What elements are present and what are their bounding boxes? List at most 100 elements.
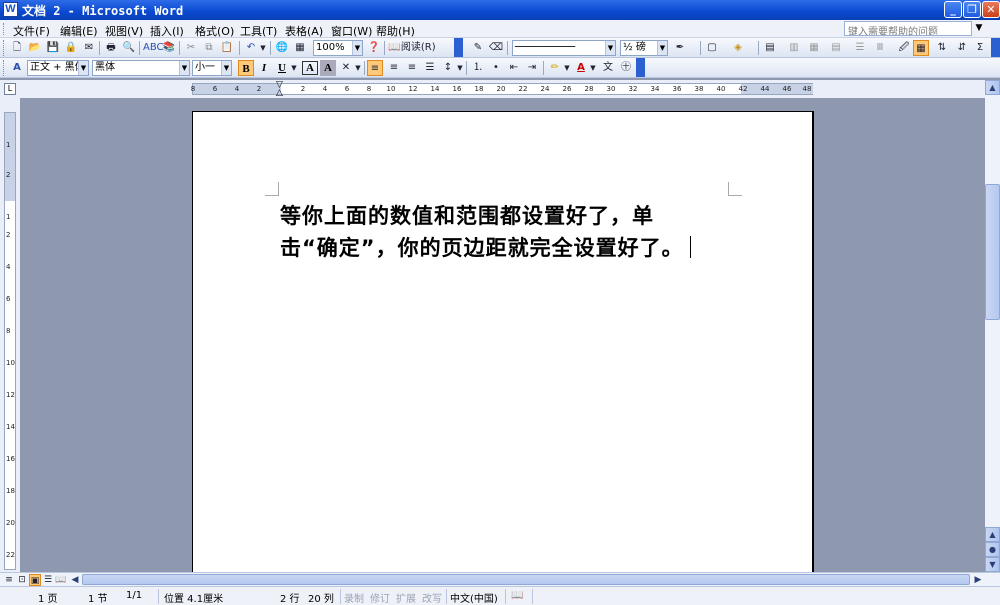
enclose-characters-icon[interactable]: ㊉ [618,60,634,76]
distribute-columns-icon[interactable]: Ⅲ [872,40,888,56]
indent-marker[interactable]: ▽ △ [276,81,283,98]
help-icon[interactable]: ❓ [366,40,382,56]
font-color-icon[interactable]: A [573,60,589,76]
underline-button[interactable]: U [274,60,290,76]
vertical-scrollbar[interactable]: ▲ ▲ ● ▼ [985,80,1000,572]
toolbar-options-icon[interactable] [991,38,1000,57]
line-spacing-icon[interactable]: ↕ [440,60,456,76]
scroll-left-icon[interactable]: ◀ [69,574,81,586]
chevron-down-icon[interactable]: ▼ [221,61,231,75]
restore-icon[interactable]: ❐ [963,1,981,18]
cut-icon[interactable]: ✂ [183,40,199,56]
reading-view-icon[interactable]: 📖 [55,574,67,586]
horizontal-scrollbar[interactable]: ≡ ⊡ ▣ ☰ 📖 ◀ ▶ [0,572,1000,586]
print-icon[interactable]: 🖶 [103,40,119,56]
chevron-down-icon[interactable]: ▼ [589,60,597,76]
highlight-icon[interactable]: ✏ [547,60,563,76]
merge-cells-icon[interactable]: ▥ [786,40,802,56]
scroll-down-icon[interactable]: ▼ [985,557,1000,572]
increase-indent-icon[interactable]: ⇥ [524,60,540,76]
autosum-icon[interactable]: Σ [972,40,988,56]
word-doc-icon[interactable]: W [3,2,18,17]
bullets-icon[interactable]: • [488,60,504,76]
new-document-icon[interactable]: 🗋 [9,40,25,56]
paste-icon[interactable]: 📋 [219,40,235,56]
status-language[interactable]: 中文(中国) [450,590,498,605]
sort-descending-icon[interactable]: ⇵ [954,40,970,56]
distribute-rows-icon[interactable]: ☰ [852,40,868,56]
save-icon[interactable]: 💾 [45,40,61,56]
chevron-down-icon[interactable]: ▼ [974,22,984,35]
numbering-icon[interactable]: ⒈ [470,60,486,76]
sort-ascending-icon[interactable]: ⇅ [934,40,950,56]
toolbar-options-icon[interactable] [454,38,463,57]
spelling-icon[interactable]: ABC [143,40,164,56]
status-record[interactable]: 录制 [344,590,364,605]
chevron-down-icon[interactable]: ▼ [456,60,464,76]
align-center-icon[interactable]: ≡ [386,60,402,76]
normal-view-icon[interactable]: ≡ [3,574,15,586]
line-style-select[interactable]: ────────── ▼ [512,40,616,56]
research-icon[interactable]: 📚 [161,40,177,56]
scroll-thumb[interactable] [985,184,1000,320]
style-select[interactable]: 正文 + 黑体 ▼ [27,60,89,76]
phonetic-guide-icon[interactable]: 文 [600,60,616,76]
outside-border-icon[interactable]: ▢ [704,40,720,56]
outline-view-icon[interactable]: ☰ [42,574,54,586]
web-view-icon[interactable]: ⊡ [16,574,28,586]
scroll-right-icon[interactable]: ▶ [972,574,984,586]
char-shading-button[interactable]: A [320,60,336,76]
table-autoformat-icon[interactable]: 🖉 [896,40,912,56]
minimize-icon[interactable]: _ [944,1,962,18]
toolbar-options-icon[interactable] [636,58,645,77]
italic-button[interactable]: I [256,60,272,76]
status-track-changes[interactable]: 修订 [370,590,390,605]
align-cell-icon[interactable]: ▤ [828,40,844,56]
spelling-status-icon[interactable]: 📖 [511,590,523,601]
permission-icon[interactable]: 🔒 [63,40,79,56]
chevron-down-icon[interactable]: ▼ [352,41,362,55]
open-folder-icon[interactable]: 📂 [27,40,43,56]
chevron-down-icon[interactable]: ▼ [179,61,189,75]
chevron-down-icon[interactable]: ▼ [563,60,571,76]
scroll-up-icon[interactable]: ▲ [985,527,1000,542]
scroll-up-icon[interactable]: ▲ [985,80,1000,95]
browse-object-icon[interactable]: ● [985,542,1000,557]
bold-button[interactable]: B [238,60,254,76]
font-select[interactable]: 黑体 ▼ [92,60,190,76]
align-right-icon[interactable]: ≡ [404,60,420,76]
scroll-thumb[interactable] [82,574,970,585]
chevron-down-icon[interactable]: ▼ [259,40,267,56]
char-border-button[interactable]: A [302,61,318,75]
copy-icon[interactable]: ⧉ [201,40,217,56]
help-search-input[interactable]: 键入需要帮助的问题 [844,21,972,36]
distributed-align-icon[interactable]: ☰ [422,60,438,76]
decrease-indent-icon[interactable]: ⇤ [506,60,522,76]
chevron-down-icon[interactable]: ▼ [354,60,362,76]
insert-table-icon[interactable]: ▤ [762,40,778,56]
show-gridlines-icon[interactable]: ▦ [913,40,929,56]
hyperlink-icon[interactable]: 🌐 [274,40,290,56]
tab-selector[interactable]: L [4,83,16,95]
table-icon[interactable]: ▦ [292,40,308,56]
eraser-icon[interactable]: ⌫ [488,40,504,56]
close-icon[interactable]: ✕ [982,1,1000,18]
styles-pane-icon[interactable]: A [9,60,25,76]
document-page[interactable]: 等你上面的数值和范围都设置好了，单 击“确定”，你的页边距就完全设置好了。 [192,111,814,572]
chevron-down-icon[interactable]: ▼ [657,41,667,55]
char-scale-icon[interactable]: ✕ [338,60,354,76]
chevron-down-icon[interactable]: ▼ [605,41,615,55]
toolbar-grip[interactable] [3,60,7,76]
document-body-text[interactable]: 等你上面的数值和范围都设置好了，单 击“确定”，你的页边距就完全设置好了。 [280,200,740,264]
split-cells-icon[interactable]: ▦ [806,40,822,56]
vertical-ruler[interactable]: 1 2 1 2 4 6 8 10 12 14 16 18 20 22 [4,112,16,570]
status-overtype[interactable]: 改写 [422,590,442,605]
horizontal-ruler[interactable]: 8 6 4 2 2 4 6 8 10 12 14 16 18 20 22 24 … [191,83,813,95]
toolbar-grip[interactable] [3,40,7,56]
undo-icon[interactable]: ↶ [243,40,259,56]
chevron-down-icon[interactable]: ▼ [290,60,298,76]
align-justify-icon[interactable]: ≡ [367,60,383,76]
read-button[interactable]: 📖阅读(R) [388,40,436,56]
email-icon[interactable]: ✉ [81,40,97,56]
print-layout-icon[interactable]: ▣ [29,574,41,586]
